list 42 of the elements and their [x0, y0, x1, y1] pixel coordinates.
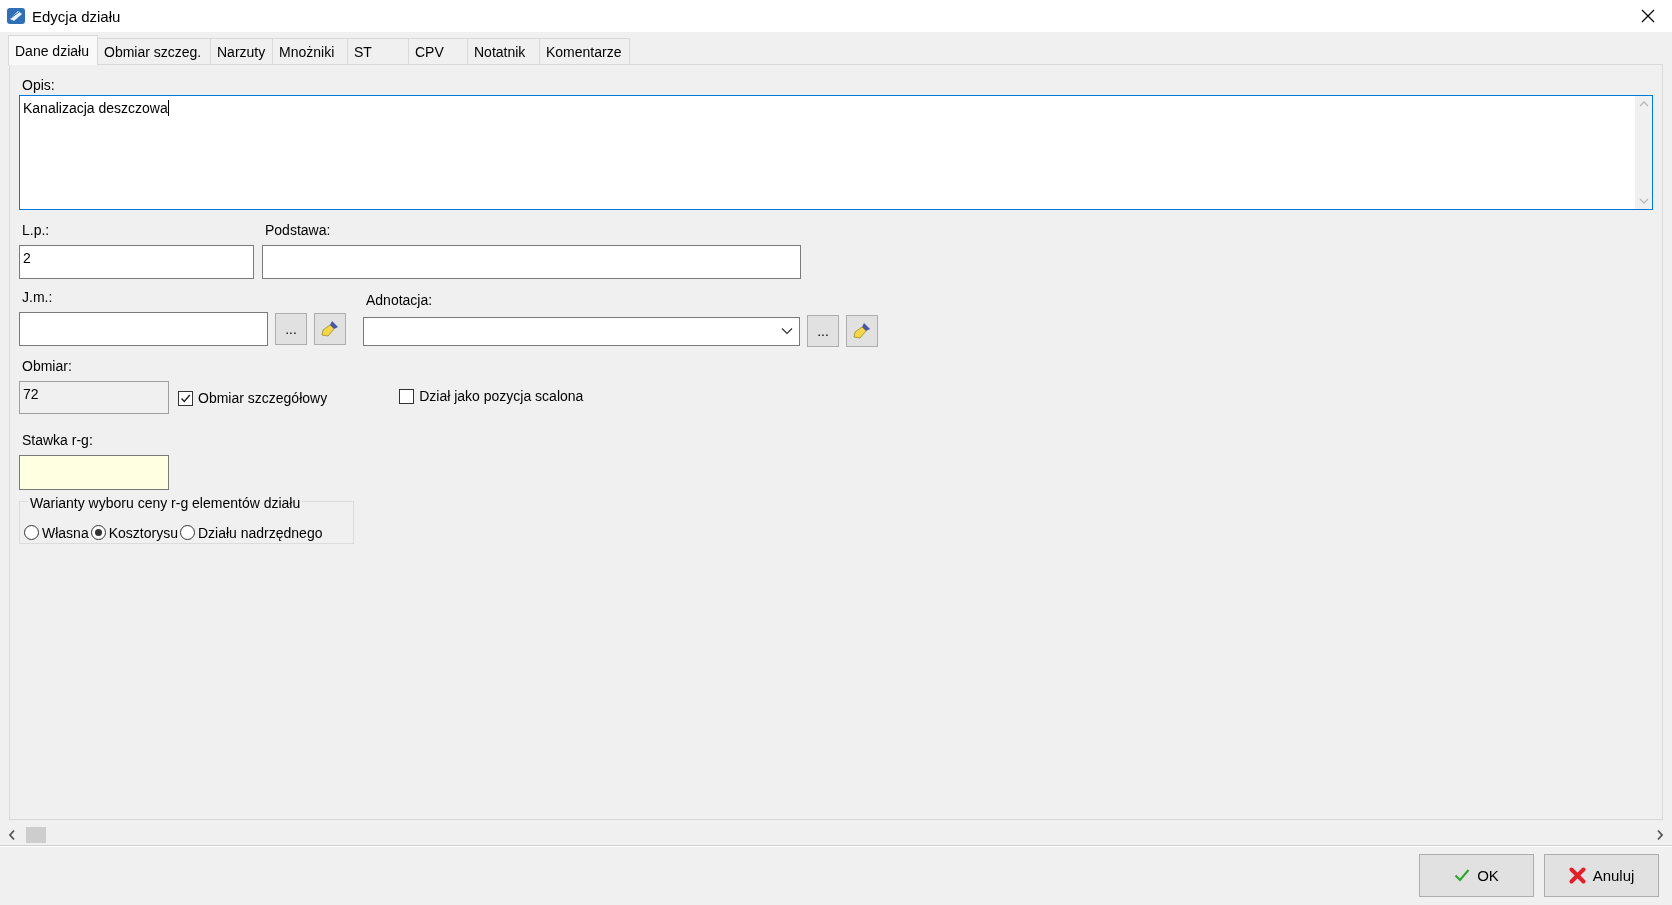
clear-button[interactable]	[314, 313, 346, 345]
field-label: L.p.:	[22, 222, 51, 238]
check-icon	[1454, 868, 1471, 882]
brush-icon	[852, 321, 872, 341]
field-label: Podstawa:	[265, 222, 332, 238]
checkbox[interactable]	[399, 388, 415, 404]
browse-button[interactable]: ...	[807, 315, 839, 347]
number-field[interactable]: 2	[19, 245, 254, 279]
scroll-right-icon[interactable]	[1656, 828, 1664, 841]
cancel-button[interactable]: Anuluj	[1544, 853, 1659, 897]
checkbox[interactable]	[178, 390, 193, 406]
scroll-left-icon[interactable]	[8, 828, 16, 841]
chevron-down-icon	[781, 327, 793, 335]
rate-field[interactable]	[19, 455, 169, 490]
clear-button[interactable]	[846, 315, 878, 347]
browse-button[interactable]: ...	[275, 313, 307, 345]
radio-button[interactable]	[90, 525, 106, 540]
field-label: J.m.:	[22, 289, 54, 305]
radio-button[interactable]	[24, 525, 39, 540]
brush-icon	[320, 319, 340, 339]
unit-field[interactable]	[19, 312, 268, 346]
annotation-dropdown[interactable]	[363, 316, 800, 346]
radio-label[interactable]: Własna	[42, 524, 89, 541]
checkbox-label[interactable]: Obmiar szczegółowy	[198, 390, 328, 406]
window-title: Edycja działu	[32, 7, 122, 25]
group-title: Warianty wyboru ceny r-g elementów działu	[28, 495, 303, 511]
tab[interactable]: Komentarze	[539, 38, 630, 64]
check-icon	[180, 392, 191, 404]
field-label: Adnotacja:	[366, 292, 434, 308]
tab[interactable]: Dane działu	[8, 35, 98, 65]
radio-label[interactable]: Kosztorysu	[108, 524, 178, 541]
scroll-thumb[interactable]	[26, 826, 46, 843]
radio-label[interactable]: Działu nadrzędnego	[197, 524, 323, 541]
cross-icon	[1568, 866, 1586, 884]
field-label: Stawka r-g:	[22, 432, 94, 448]
field-label: Opis:	[22, 77, 56, 93]
radio-button[interactable]	[179, 525, 195, 540]
basis-field[interactable]	[262, 245, 801, 279]
checkbox-label[interactable]: Dział jako pozycja scalona	[419, 388, 584, 404]
field-label: Obmiar:	[22, 358, 73, 374]
ok-button[interactable]: OK	[1419, 853, 1534, 897]
app-icon	[6, 6, 26, 26]
